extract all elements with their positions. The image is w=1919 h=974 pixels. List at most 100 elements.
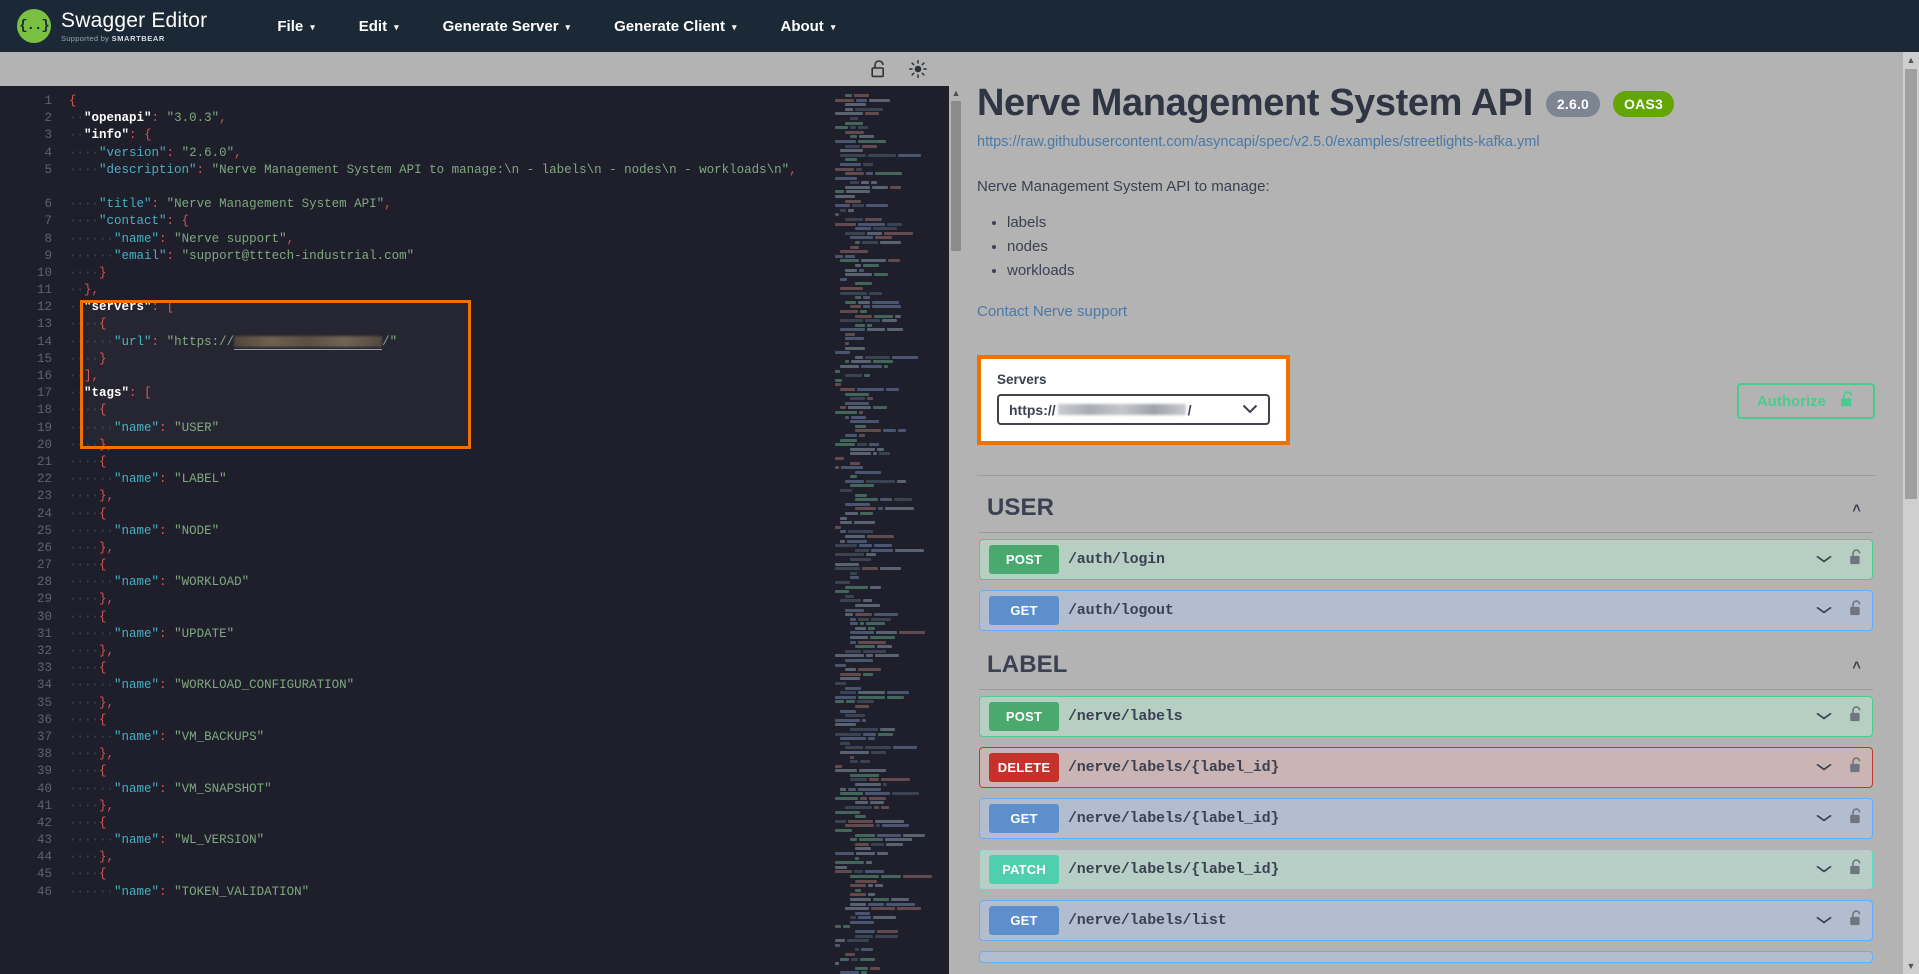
scroll-up-arrow[interactable]: ▲: [952, 86, 961, 100]
minimap-token: [840, 489, 852, 492]
code-line: ····{: [69, 609, 831, 626]
unlock-icon[interactable]: [1849, 600, 1863, 622]
ui-scroll-thumb[interactable]: [1905, 69, 1917, 499]
unlock-icon[interactable]: [1849, 549, 1863, 571]
code-token: "LABEL": [174, 472, 227, 486]
unlock-icon[interactable]: [1849, 859, 1863, 881]
minimap-token: [892, 356, 918, 359]
operation-row[interactable]: GET/nerve/labels/list: [979, 900, 1873, 941]
server-url-suffix: /: [1188, 402, 1192, 418]
chevron-down-icon[interactable]: [1815, 812, 1833, 825]
operation-row[interactable]: GET/auth/logout: [979, 590, 1873, 631]
code-token: "Nerve Management System API": [167, 197, 385, 211]
operation-row[interactable]: [979, 951, 1873, 963]
tag-header-user[interactable]: USER∧: [977, 484, 1875, 532]
chevron-down-icon[interactable]: [1815, 553, 1833, 566]
code-token: [167, 885, 175, 899]
minimap-line: [831, 677, 949, 680]
code-line: ······"name": "UPDATE": [69, 626, 831, 643]
spec-source-link[interactable]: https://raw.githubusercontent.com/asynca…: [977, 134, 1875, 150]
unlock-icon[interactable]: [1849, 910, 1863, 932]
chevron-down-icon[interactable]: [1815, 604, 1833, 617]
minimap-line: [831, 292, 949, 295]
editor-scroll-thumb[interactable]: [951, 101, 961, 251]
unlock-icon[interactable]: [1849, 808, 1863, 830]
operation-row[interactable]: POST/auth/login: [979, 539, 1873, 580]
minimap-line: [831, 264, 949, 267]
editor-body[interactable]: 1234567891011121314151617181920212223242…: [0, 86, 963, 974]
caret-down-icon: ▾: [566, 23, 571, 32]
minimap-line: [831, 622, 949, 625]
editor-scrollbar[interactable]: ▲: [949, 86, 963, 974]
minimap-token: [871, 843, 884, 846]
code-token: ····: [69, 867, 99, 881]
code-line: ····{: [69, 660, 831, 677]
code-editor[interactable]: {··"openapi": "3.0.3",··"info": {····"ve…: [64, 86, 831, 974]
minimap-token: [865, 746, 891, 749]
brand: {..} Swagger Editor Supported by SMARTBE…: [17, 9, 207, 43]
menu-item-generate-client[interactable]: Generate Client▾: [592, 10, 758, 43]
minimap-line: [831, 200, 949, 203]
minimap-token: [860, 310, 867, 313]
code-token: [174, 146, 182, 160]
chevron-down-icon[interactable]: [1815, 761, 1833, 774]
minimap-token: [897, 480, 906, 483]
minimap-token: [835, 700, 844, 703]
minimap-token: [873, 406, 887, 409]
unlock-icon[interactable]: [871, 60, 887, 78]
minimap-token: [858, 691, 885, 694]
operation-row[interactable]: PATCH/nerve/labels/{label_id}: [979, 849, 1873, 890]
minimap-token: [873, 916, 896, 919]
operation-row[interactable]: GET/nerve/labels/{label_id}: [979, 798, 1873, 839]
scroll-down-arrow[interactable]: ▼: [1907, 958, 1916, 974]
minimap-line: [831, 774, 949, 777]
minimap-token: [876, 631, 897, 634]
authorize-button[interactable]: Authorize: [1737, 383, 1875, 419]
code-line: ····}: [69, 351, 831, 368]
menu-item-generate-server[interactable]: Generate Server▾: [421, 10, 592, 43]
operation-row[interactable]: POST/nerve/labels: [979, 696, 1873, 737]
menu-item-file[interactable]: File▾: [255, 10, 336, 43]
operation-row[interactable]: DELETE/nerve/labels/{label_id}: [979, 747, 1873, 788]
minimap-token: [850, 572, 857, 575]
servers-label: Servers: [997, 372, 1270, 387]
sun-icon[interactable]: [909, 60, 927, 78]
minimap-token: [848, 406, 871, 409]
swagger-ui-scrollbar[interactable]: ▲ ▼: [1903, 52, 1919, 974]
minimap-token: [858, 916, 871, 919]
minimap-line: [831, 751, 949, 754]
scroll-up-arrow[interactable]: ▲: [1907, 52, 1916, 68]
minimap-token: [870, 967, 880, 970]
minimap-token: [835, 195, 855, 198]
minimap-token: [845, 953, 855, 956]
minimap-line: [831, 94, 949, 97]
chevron-down-icon[interactable]: [1815, 710, 1833, 723]
tag-header-label[interactable]: LABEL∧: [977, 641, 1875, 689]
server-select[interactable]: https:// /: [997, 394, 1270, 425]
menu-item-edit[interactable]: Edit▾: [337, 10, 421, 43]
line-number: 25: [0, 523, 64, 540]
unlock-icon[interactable]: [1849, 706, 1863, 728]
editor-minimap[interactable]: [831, 86, 949, 974]
operation-controls: [1815, 859, 1863, 881]
minimap-token: [846, 190, 870, 193]
minimap-token: [835, 723, 856, 726]
contact-support-link[interactable]: Contact Nerve support: [977, 303, 1127, 320]
code-token: :: [197, 163, 205, 177]
menu-item-about[interactable]: About▾: [758, 10, 857, 43]
code-token: "name": [114, 627, 159, 641]
operation-controls: [1815, 600, 1863, 622]
oas-badge: OAS3: [1613, 91, 1674, 117]
chevron-up-icon[interactable]: ∧: [1851, 658, 1863, 672]
minimap-token: [850, 893, 866, 896]
chevron-down-icon[interactable]: [1815, 914, 1833, 927]
minimap-token: [835, 177, 857, 180]
chevron-up-icon[interactable]: ∧: [1851, 501, 1863, 515]
swagger-ui-pane: Nerve Management System API 2.6.0 OAS3 h…: [963, 52, 1919, 974]
minimap-token: [855, 507, 876, 510]
minimap-token: [872, 186, 888, 189]
minimap-token: [859, 411, 863, 414]
chevron-down-icon[interactable]: [1815, 863, 1833, 876]
code-token: "VM_SNAPSHOT": [174, 782, 272, 796]
unlock-icon[interactable]: [1849, 757, 1863, 779]
